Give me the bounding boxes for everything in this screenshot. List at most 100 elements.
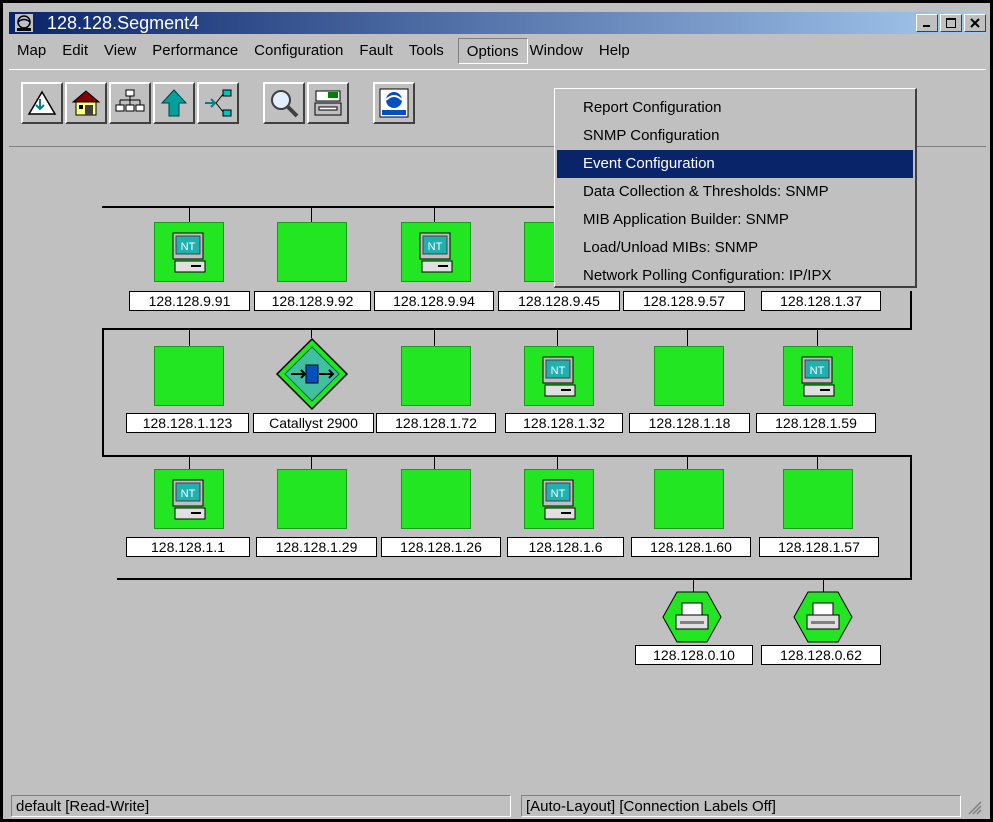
segment-bus-link-3-4 — [910, 455, 912, 579]
resize-grip-icon[interactable] — [968, 801, 982, 815]
find-icon — [271, 90, 299, 118]
node-host[interactable] — [783, 469, 853, 529]
node-nt-host[interactable]: NT — [154, 222, 224, 282]
node-label[interactable]: 128.128.1.57 — [759, 537, 879, 557]
app-window: 128.128.Segment4 Map Edit View Performan… — [0, 0, 993, 822]
printer-icon — [793, 591, 853, 643]
menu-edit[interactable]: Edit — [54, 38, 96, 64]
node-label[interactable]: 128.128.9.92 — [254, 291, 371, 311]
node-label[interactable]: 128.128.9.94 — [374, 291, 494, 311]
nt-computer-icon: NT — [419, 232, 453, 273]
node-label[interactable]: 128.128.0.62 — [761, 645, 881, 665]
menu-map[interactable]: Map — [9, 38, 54, 64]
node-nt-host[interactable]: NT — [154, 469, 224, 529]
menu-item-network-polling[interactable]: Network Polling Configuration: IP/IPX — [555, 262, 915, 290]
segment-bus-row3 — [102, 455, 912, 457]
hp-openview-button[interactable] — [373, 82, 415, 124]
menu-performance[interactable]: Performance — [144, 38, 246, 64]
node-nt-host[interactable]: NT — [524, 469, 594, 529]
node-symbol — [401, 346, 471, 406]
neighbors-button[interactable] — [197, 82, 239, 124]
node-printer[interactable] — [793, 591, 853, 643]
svg-text:NT: NT — [181, 488, 196, 500]
node-label[interactable]: 128.128.1.26 — [381, 537, 501, 557]
close-submap-icon — [27, 90, 57, 115]
node-host[interactable] — [654, 346, 724, 406]
node-nt-host[interactable]: NT — [401, 222, 471, 282]
hp-openview-icon — [379, 88, 409, 118]
menu-item-data-collection[interactable]: Data Collection & Thresholds: SNMP — [555, 178, 915, 206]
connector — [817, 455, 818, 469]
menu-bar: Map Edit View Performance Configuration … — [9, 36, 986, 66]
node-label[interactable]: 128.128.1.123 — [126, 413, 249, 433]
node-host[interactable] — [154, 346, 224, 406]
status-map-mode: default [Read-Write] — [11, 795, 511, 817]
node-printer[interactable] — [662, 591, 722, 643]
window-title: 128.128.Segment4 — [47, 12, 200, 33]
close-button[interactable] — [964, 14, 986, 32]
menu-item-load-unload-mibs[interactable]: Load/Unload MIBs: SNMP — [555, 234, 915, 262]
node-label[interactable]: 128.128.9.45 — [498, 291, 620, 311]
status-bar: default [Read-Write] [Auto-Layout] [Conn… — [9, 793, 986, 819]
node-nt-host[interactable]: NT — [783, 346, 853, 406]
node-label[interactable]: 128.128.0.10 — [635, 645, 753, 665]
node-switch[interactable] — [275, 337, 349, 411]
node-label[interactable]: 128.128.1.59 — [756, 413, 876, 433]
menu-item-report-configuration[interactable]: Report Configuration — [555, 94, 915, 122]
close-icon — [970, 18, 980, 28]
node-label[interactable]: 128.128.1.1 — [126, 537, 250, 557]
hp-openview-app-icon[interactable] — [15, 14, 33, 32]
node-label[interactable]: 128.128.1.32 — [505, 413, 623, 433]
node-label[interactable]: 128.128.1.6 — [507, 537, 624, 557]
menu-fault[interactable]: Fault — [351, 38, 400, 64]
menu-item-event-configuration[interactable]: Event Configuration — [557, 150, 913, 178]
up-level-button[interactable] — [153, 82, 195, 124]
node-label[interactable]: 128.128.1.29 — [256, 537, 377, 557]
svg-text:NT: NT — [428, 241, 443, 253]
node-host[interactable] — [277, 469, 347, 529]
node-nt-host[interactable]: NT — [524, 346, 594, 406]
printer-config-button[interactable] — [307, 82, 349, 124]
menu-configuration[interactable]: Configuration — [246, 38, 351, 64]
printer-icon — [662, 591, 722, 643]
find-button[interactable] — [263, 82, 305, 124]
node-label[interactable]: 128.128.9.57 — [623, 291, 745, 311]
node-symbol — [277, 469, 347, 529]
minimize-button[interactable] — [916, 14, 938, 32]
menu-view[interactable]: View — [96, 38, 144, 64]
nt-computer-icon: NT — [172, 232, 206, 273]
node-symbol — [654, 469, 724, 529]
maximize-button[interactable] — [940, 14, 962, 32]
nt-computer-icon: NT — [801, 356, 835, 397]
node-host[interactable] — [401, 346, 471, 406]
window-controls — [914, 14, 986, 32]
node-label[interactable]: 128.128.1.37 — [761, 291, 881, 311]
node-label[interactable]: 128.128.9.91 — [129, 291, 250, 311]
title-bar[interactable]: 128.128.Segment4 — [9, 12, 986, 34]
up-arrow-icon — [160, 89, 188, 117]
menu-help[interactable]: Help — [591, 38, 638, 64]
node-host[interactable] — [401, 469, 471, 529]
segment-bus-row2 — [102, 328, 912, 330]
switch-icon — [275, 337, 349, 411]
home-button[interactable] — [65, 82, 107, 124]
node-label[interactable]: 128.128.1.60 — [631, 537, 751, 557]
svg-text:NT: NT — [551, 488, 566, 500]
connector — [189, 455, 190, 469]
menu-tools[interactable]: Tools — [401, 38, 452, 64]
node-label[interactable]: 128.128.1.18 — [629, 413, 750, 433]
menu-window[interactable]: Window — [528, 38, 591, 64]
close-submap-button[interactable] — [21, 82, 63, 124]
node-host[interactable] — [654, 469, 724, 529]
hierarchy-button[interactable] — [109, 82, 151, 124]
menu-options[interactable]: Options — [457, 38, 528, 64]
node-host[interactable] — [277, 222, 347, 282]
status-layout-info: [Auto-Layout] [Connection Labels Off] — [521, 795, 961, 817]
node-label[interactable]: Catallyst 2900 — [253, 413, 374, 433]
connector — [823, 578, 824, 592]
menu-item-snmp-configuration[interactable]: SNMP Configuration — [555, 122, 915, 150]
menu-item-mib-application-builder[interactable]: MIB Application Builder: SNMP — [555, 206, 915, 234]
neighbors-icon — [205, 89, 232, 117]
node-label[interactable]: 128.128.1.72 — [376, 413, 496, 433]
connector — [189, 328, 190, 346]
